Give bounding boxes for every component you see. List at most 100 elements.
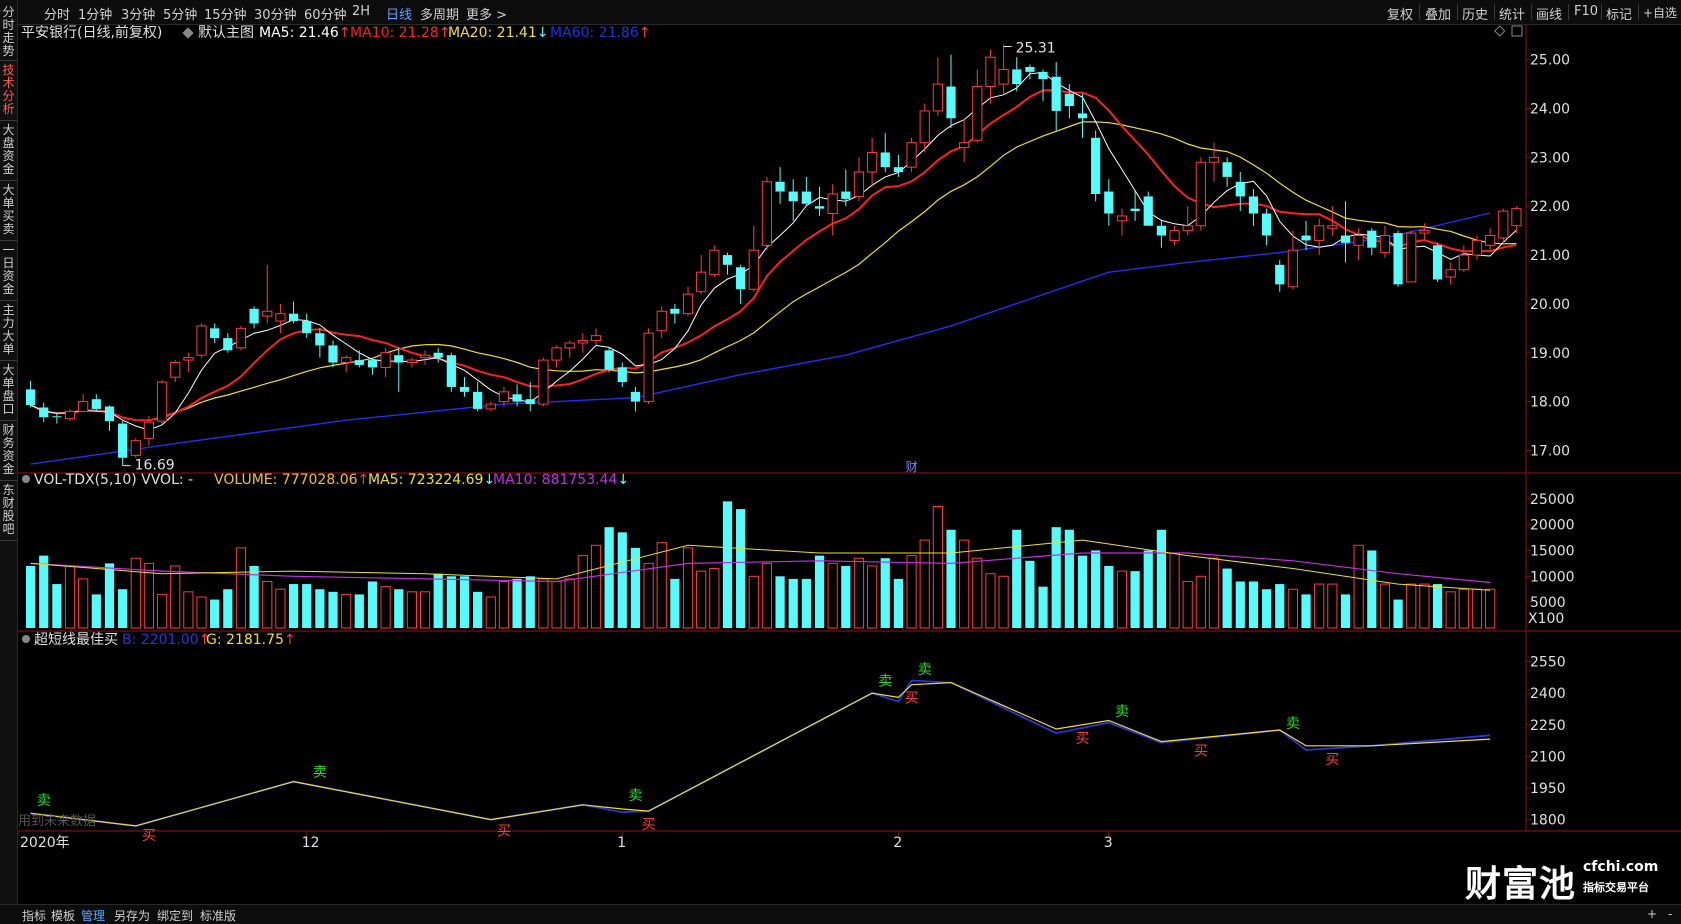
- f10-button[interactable]: F10: [1574, 4, 1598, 19]
- candle-body: [39, 407, 49, 418]
- save-as-tab[interactable]: 另存为: [114, 907, 150, 924]
- volume-bar: [315, 589, 325, 628]
- candle-body: [1248, 196, 1259, 214]
- sidebar-tab[interactable]: 分时走势: [0, 6, 17, 61]
- volume-bar: [1314, 583, 1325, 629]
- sidebar-tab[interactable]: 财务资金: [0, 424, 17, 481]
- candle: [380, 347, 391, 378]
- sidebar-tab-active[interactable]: 技术分析: [0, 64, 17, 121]
- period-tab-active[interactable]: 日线: [386, 4, 412, 23]
- mark-button[interactable]: 标记: [1606, 4, 1632, 23]
- period-tab[interactable]: 多周期: [420, 4, 459, 23]
- period-tab[interactable]: 3分钟: [121, 4, 155, 23]
- watermark-brand: 财富池: [1465, 864, 1577, 905]
- volume-bar: [341, 593, 352, 629]
- candle-body: [1235, 181, 1245, 197]
- candle: [1445, 262, 1456, 285]
- zoom-in-button[interactable]: +: [1647, 907, 1657, 921]
- sidebar-tab[interactable]: 东财股吧: [0, 484, 17, 541]
- volume-bar: [367, 581, 378, 628]
- volume-bar: [1091, 550, 1101, 628]
- sidebar-tab[interactable]: 一日资金: [0, 244, 17, 301]
- indicator-tab[interactable]: 指标: [22, 907, 46, 924]
- candle-body: [643, 332, 654, 403]
- bind-tab[interactable]: 绑定到: [157, 907, 193, 924]
- candle: [551, 345, 562, 368]
- volume-bar: [498, 580, 510, 629]
- candle-body: [1275, 264, 1285, 285]
- more-periods-button[interactable]: 更多 >: [466, 4, 507, 23]
- zoom-out-button[interactable]: -: [1668, 907, 1672, 921]
- volume-bar: [78, 578, 89, 629]
- stock-chart[interactable]: 25.00 24.00 23.00 22.00 21.00 20.00 19.00 18.00…: [18, 25, 1681, 904]
- period-tab[interactable]: 15分钟: [204, 4, 247, 23]
- volume-bar: [1393, 599, 1403, 628]
- sidebar-tab[interactable]: 主力大单: [0, 304, 17, 361]
- candle: [354, 350, 364, 368]
- diamond-icon[interactable]: [1494, 25, 1506, 37]
- volume-bar: [1485, 588, 1496, 629]
- candle: [577, 333, 588, 353]
- candle: [235, 325, 247, 351]
- candle: [485, 401, 496, 412]
- stats-button[interactable]: 统计: [1499, 4, 1525, 23]
- candle-body: [394, 355, 404, 363]
- volume-bar: [288, 584, 299, 628]
- price-axis-tick-label: 22.00: [1530, 199, 1570, 215]
- overlay-button[interactable]: 叠加: [1425, 4, 1451, 23]
- sell-signal: 卖: [918, 662, 932, 678]
- candle: [867, 137, 878, 187]
- candle-body: [1091, 137, 1101, 194]
- buy-signal: 买: [642, 817, 656, 833]
- adjust-button[interactable]: 复权: [1387, 4, 1413, 23]
- candle: [1340, 201, 1351, 263]
- sidebar-tab[interactable]: 大盘资金: [0, 124, 17, 181]
- sidebar-tab[interactable]: 大单盘口: [0, 364, 17, 421]
- candle: [39, 402, 49, 423]
- candle: [590, 328, 602, 346]
- buy-signal: 买: [142, 828, 156, 844]
- candle-body: [590, 335, 602, 342]
- standard-tab[interactable]: 标准版: [200, 907, 236, 924]
- main-legend: 平安银行(日线,前复权) 默认主图 MA5: 21.46↑ MA10: 21.2…: [21, 25, 1523, 41]
- template-tab[interactable]: 模板: [51, 907, 75, 924]
- volume-bar: [512, 578, 522, 628]
- volume-bar: [1287, 588, 1298, 629]
- volume-bar: [1445, 591, 1456, 629]
- template-label[interactable]: 默认主图: [198, 25, 254, 41]
- candle: [643, 328, 654, 405]
- period-tab[interactable]: 1分钟: [78, 4, 112, 23]
- candle: [394, 347, 404, 392]
- candle: [682, 286, 694, 317]
- volume-bar: [1275, 584, 1285, 628]
- candle: [1208, 142, 1220, 182]
- candle: [1367, 228, 1377, 256]
- period-tab[interactable]: 30分钟: [254, 4, 297, 23]
- period-tab[interactable]: 2H: [352, 4, 370, 19]
- draw-line-button[interactable]: 画线: [1536, 4, 1562, 23]
- indicator-title: 超短线最佳买: [34, 632, 118, 648]
- period-tab[interactable]: 60分钟: [304, 4, 347, 23]
- candle-body: [1116, 215, 1128, 222]
- date-label: 2020年: [20, 835, 70, 851]
- dropdown-icon[interactable]: [182, 27, 194, 39]
- gear-icon[interactable]: [22, 635, 30, 643]
- volume-bar: [1419, 583, 1430, 629]
- period-tab[interactable]: 5分钟: [163, 4, 197, 23]
- manage-tab[interactable]: 管理: [81, 907, 105, 924]
- candle: [827, 184, 838, 236]
- period-tab[interactable]: 分时: [44, 4, 70, 23]
- volume-bar: [1379, 583, 1391, 629]
- add-watchlist-button[interactable]: +自选: [1643, 4, 1677, 21]
- candle-body: [1327, 225, 1338, 229]
- volume-bar: [302, 584, 312, 628]
- gear-icon[interactable]: [22, 475, 30, 483]
- candle-body: [170, 362, 181, 378]
- volume-bar: [64, 565, 76, 629]
- candle: [656, 306, 667, 339]
- volume-bar: [104, 563, 115, 628]
- history-button[interactable]: 历史: [1462, 4, 1488, 23]
- sidebar-tab[interactable]: 大单买卖: [0, 184, 17, 241]
- volume-unit: X100: [1528, 611, 1564, 627]
- window-icon[interactable]: [1511, 25, 1523, 37]
